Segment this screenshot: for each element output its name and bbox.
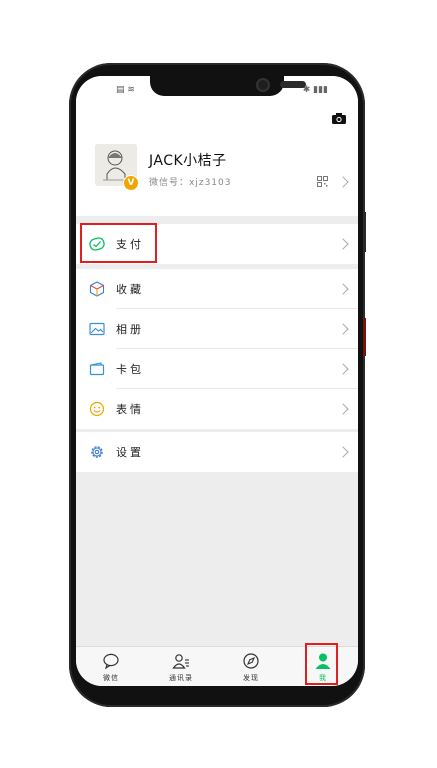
album-icon (89, 322, 105, 336)
profile-header[interactable]: V JACK小桔子 微信号：xjz3103 (76, 104, 358, 216)
tab-chats[interactable]: 微信 (76, 647, 146, 686)
volume-button (363, 212, 366, 252)
chevron-right-icon (337, 363, 349, 375)
gear-icon (91, 446, 103, 458)
status-right-icons: ✱ ▮▮▮ (302, 85, 328, 95)
status-left-icons: ▤ ≋ (116, 85, 135, 95)
chevron-right-icon (337, 446, 349, 458)
menu-item-stickers[interactable]: 表情 (76, 389, 358, 429)
card-wallet-icon (89, 362, 105, 376)
phone-screen: ▤ ≋ ✱ ▮▮▮ V JACK小桔子 微信号：xjz3103 支付 收藏 相册… (76, 76, 358, 686)
front-camera (258, 80, 268, 90)
pay-highlight-box (80, 223, 157, 263)
wechat-id-label: 微信号： (149, 178, 190, 188)
chat-icon (103, 653, 119, 670)
camera-icon[interactable] (332, 113, 346, 124)
tab-contacts[interactable]: 通讯录 (146, 647, 216, 686)
menu-item-label: 卡包 (116, 363, 144, 376)
menu-item-favorites[interactable]: 收藏 (76, 269, 358, 309)
chevron-right-icon (337, 238, 349, 250)
tab-label: 微信 (103, 674, 119, 682)
power-button (363, 318, 366, 356)
tab-label: 通讯录 (169, 674, 193, 682)
menu-item-label: 相册 (116, 323, 144, 336)
menu-item-album[interactable]: 相册 (76, 309, 358, 349)
menu-item-cards[interactable]: 卡包 (76, 349, 358, 389)
favorites-icon (89, 281, 105, 297)
chevron-right-icon (337, 323, 349, 335)
earpiece-speaker (280, 81, 306, 88)
tab-label: 发现 (243, 674, 259, 682)
verified-badge: V (123, 175, 139, 191)
status-bar: ▤ ≋ ✱ ▮▮▮ (76, 76, 358, 104)
settings-section: 设置 (76, 432, 358, 472)
chevron-right-icon (337, 403, 349, 415)
menu-item-label: 设置 (116, 446, 144, 459)
qr-code-icon[interactable] (317, 176, 328, 187)
menu-item-label: 表情 (116, 403, 144, 416)
wechat-id: 微信号：xjz3103 (149, 175, 231, 188)
features-section: 收藏 相册 卡包 表情 (76, 269, 358, 429)
contacts-icon (172, 654, 189, 669)
compass-icon (243, 653, 259, 669)
menu-item-settings[interactable]: 设置 (76, 432, 358, 472)
wechat-id-value: xjz3103 (189, 178, 232, 188)
me-tab-highlight-box (305, 643, 338, 685)
menu-item-label: 收藏 (116, 283, 144, 296)
nickname: JACK小桔子 (149, 153, 227, 169)
emoji-icon (89, 401, 105, 417)
notch (150, 76, 306, 96)
tab-discover[interactable]: 发现 (216, 647, 286, 686)
chevron-right-icon (337, 176, 349, 188)
chevron-right-icon (337, 283, 349, 295)
